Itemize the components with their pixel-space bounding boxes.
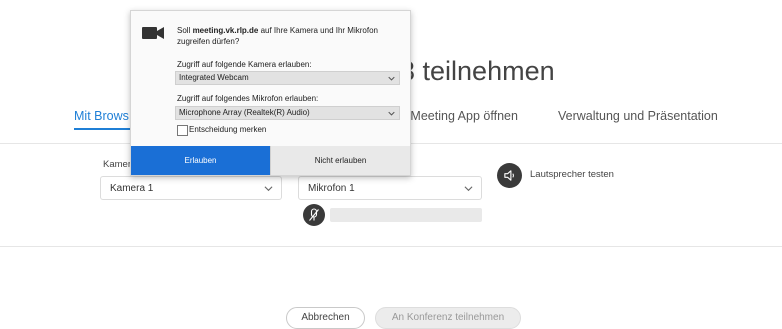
microphone-permission-label: Zugriff auf folgendes Mikrofon erlauben: [177, 94, 319, 103]
tab-browser[interactable]: Mit Brows [74, 109, 129, 123]
chevron-down-icon [464, 186, 473, 192]
chevron-down-icon [388, 111, 395, 116]
divider [0, 246, 782, 247]
page-title: 3 teilnehmen [400, 56, 555, 86]
requesting-domain: meeting.vk.rlp.de [192, 26, 259, 35]
tab-meeting-app[interactable]: o Meeting App öffnen [400, 109, 518, 123]
camera-select[interactable]: Kamera 1 [100, 176, 282, 200]
microphone-device-select[interactable]: Microphone Array (Realtek(R) Audio) [175, 106, 400, 120]
camera-permission-label: Zugriff auf folgende Kamera erlauben: [177, 60, 312, 69]
remember-decision-checkbox[interactable] [177, 125, 188, 136]
speaker-test-label: Lautsprecher testen [530, 169, 614, 180]
microphone-device-value: Microphone Array (Realtek(R) Audio) [179, 108, 310, 117]
tab-administration[interactable]: Verwaltung und Präsentation [558, 109, 718, 123]
camera-device-value: Integrated Webcam [179, 73, 249, 82]
remember-decision-label: Entscheidung merken [189, 125, 267, 134]
permission-question: Soll meeting.vk.rlp.de auf Ihre Kamera u… [177, 26, 378, 46]
microphone-select[interactable]: Mikrofon 1 [298, 176, 482, 200]
allow-button[interactable]: Erlauben [131, 146, 270, 175]
microphone-select-value: Mikrofon 1 [308, 183, 355, 194]
chevron-down-icon [264, 186, 273, 192]
deny-button[interactable]: Nicht erlauben [270, 146, 410, 175]
speaker-icon [504, 170, 514, 181]
microphone-mute-button[interactable] [303, 204, 325, 226]
speaker-test-button[interactable] [497, 163, 522, 188]
active-tab-indicator [74, 128, 130, 130]
camera-select-value: Kamera 1 [110, 183, 154, 194]
microphone-muted-icon [309, 208, 319, 221]
microphone-level-meter [330, 208, 482, 222]
camera-icon [142, 27, 164, 39]
chevron-down-icon [388, 76, 395, 81]
permission-dialog: Soll meeting.vk.rlp.de auf Ihre Kamera u… [130, 10, 411, 176]
camera-device-select[interactable]: Integrated Webcam [175, 71, 400, 85]
